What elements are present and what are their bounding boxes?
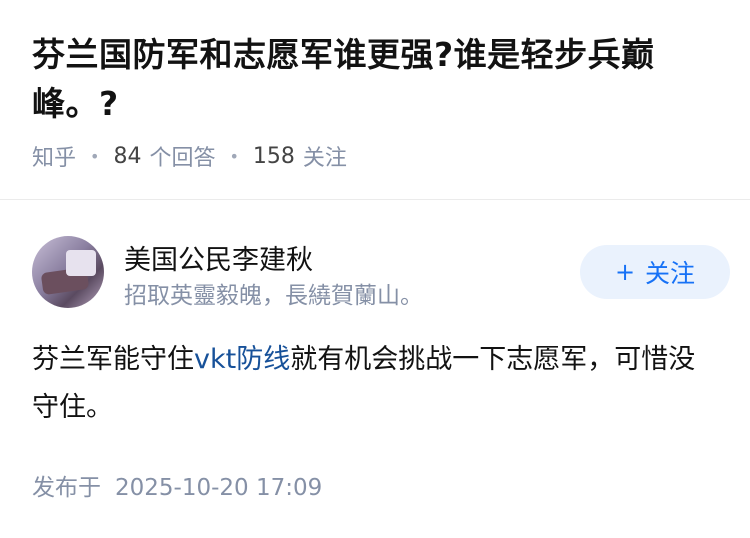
published-label: 发布于 [32, 475, 101, 501]
author-name[interactable]: 美国公民李建秋 [124, 238, 313, 277]
avatar-image-detail [66, 250, 96, 276]
answer-text: 芬兰军能守住 [32, 344, 194, 375]
follow-button[interactable]: + 关注 [580, 245, 730, 299]
follow-count-label: 关注 [302, 146, 347, 171]
plus-icon: + [614, 258, 636, 286]
question-title[interactable]: 芬兰国防军和志愿军谁更强?谁是轻步兵巅峰。? [32, 30, 718, 128]
question-meta: 知乎 • 84 个回答 • 158 关注 [32, 140, 718, 172]
published-time: 2025-10-20 17:09 [115, 475, 323, 501]
answer-content[interactable]: 芬兰军能守住vkt防线就有机会挑战一下志愿军，可惜没守住。 [32, 336, 718, 432]
meta-separator: • [90, 146, 100, 166]
follow-count: 158 [252, 143, 295, 169]
answer-card: 美国公民李建秋 招取英靈毅魄，長繞賀蘭山。 + 关注 芬兰军能守住vkt防线就有… [0, 200, 750, 538]
author-bio: 招取英靈毅魄，長繞賀蘭山。 [124, 283, 423, 309]
answer-count: 84 [113, 143, 142, 169]
avatar[interactable] [32, 236, 104, 308]
question-header: 芬兰国防军和志愿军谁更强?谁是轻步兵巅峰。? 知乎 • 84 个回答 • 158… [0, 0, 750, 172]
answer-count-label[interactable]: 个回答 [149, 140, 215, 172]
source-label[interactable]: 知乎 [32, 140, 76, 172]
answer-link[interactable]: vkt防线 [194, 344, 290, 375]
answer-footer: 发布于 2025-10-20 17:09 [32, 468, 322, 502]
follow-button-label: 关注 [645, 259, 696, 288]
meta-separator: • [229, 146, 239, 166]
